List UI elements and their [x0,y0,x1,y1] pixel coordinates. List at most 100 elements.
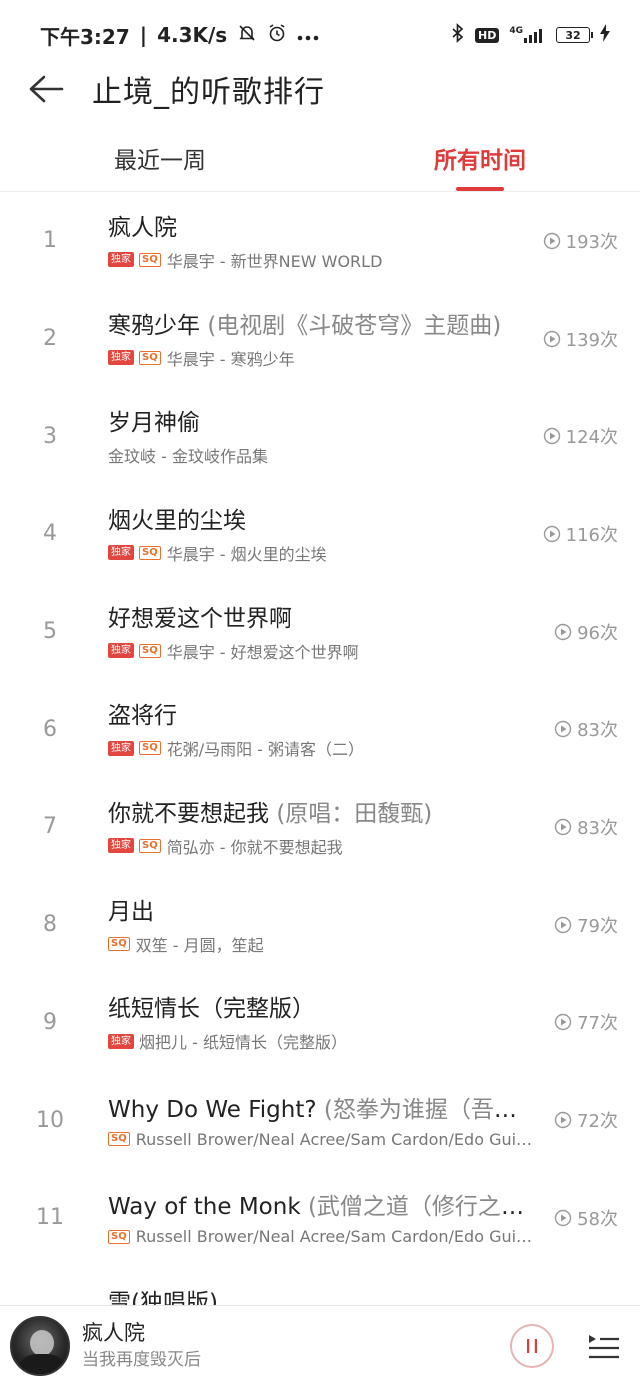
song-title: Way of the Monk [108,1194,308,1221]
play-count: 83次 [538,814,640,840]
song-rank: 10 [36,1107,64,1133]
pause-button[interactable] [510,1324,554,1368]
player-lyric-line: 当我再度毁灭后 [82,1350,201,1370]
song-rank: 3 [43,423,57,449]
playlist-button[interactable] [586,1328,622,1364]
song-rank: 5 [43,619,57,645]
tab-recent-week[interactable]: 最近一周 [0,132,320,191]
back-button[interactable] [0,58,92,120]
signal-icon: 4G [509,27,546,43]
play-circle-icon [543,330,560,347]
song-artist: 华晨宇 - 好想爱这个世界啊 [166,642,359,662]
play-count: 124次 [538,423,640,449]
play-count: 139次 [538,326,640,352]
song-info: 寒鸦少年 (电视剧《斗破苍穹》主题曲) 独家 SQ 华晨宇 - 寒鸦少年 [108,308,538,370]
song-artist: 华晨宇 - 烟火里的尘埃 [166,544,327,564]
album-cover[interactable] [10,1316,70,1376]
exclusive-badge: 独家 [108,545,134,561]
hd-badge: HD [475,27,500,43]
play-count-text: 124次 [565,427,618,449]
exclusive-badge: 独家 [108,643,134,659]
status-right: HD 4G 32 [451,23,610,47]
play-count-text: 58次 [577,1208,618,1230]
song-artist: Russell Brower/Neal Acree/Sam Cardon/Edo… [135,1129,538,1149]
song-info: 纸短情长（完整版） 独家 烟把儿 - 纸短情长（完整版） [108,991,538,1053]
song-sub-line: 独家 SQ 华晨宇 - 好想爱这个世界啊 [108,639,538,663]
song-artist: 华晨宇 - 寒鸦少年 [166,349,295,369]
song-info: 盗将行 独家 SQ 花粥/马雨阳 - 粥请客（二） [108,698,538,760]
song-artist: Russell Brower/Neal Acree/Sam Cardon/Edo… [135,1227,538,1247]
sq-badge: SQ [139,643,161,658]
tab-bar: 最近一周 所有时间 [0,132,640,192]
song-row[interactable]: 雪(独唱版) [0,1267,640,1305]
song-sub-line: SQ Russell Brower/Neal Acree/Sam Cardon/… [108,1227,538,1246]
sq-badge: SQ [108,936,130,951]
song-row[interactable]: 2 寒鸦少年 (电视剧《斗破苍穹》主题曲) 独家 SQ 华晨宇 - 寒鸦少年 1… [0,290,640,388]
play-count-text: 139次 [565,329,618,351]
song-row[interactable]: 8 月出 SQ 双笙 - 月圆，笙起 79次 [0,876,640,974]
song-title: 你就不要想起我 [108,800,277,827]
song-row[interactable]: 4 烟火里的尘埃 独家 SQ 华晨宇 - 烟火里的尘埃 116次 [0,485,640,583]
song-alias: (武僧之道（修行之路... [307,1194,538,1221]
song-artist: 简弘亦 - 你就不要想起我 [166,837,343,857]
charging-icon [600,24,610,46]
status-left: 下午3:27 | 4.3K/s [40,21,451,50]
song-title-line: 你就不要想起我 (原唱：田馥甄) [108,798,538,830]
song-info: 疯人院 独家 SQ 华晨宇 - 新世界NEW WORLD [108,210,538,272]
mini-player[interactable]: 疯人院 当我再度毁灭后 [0,1305,640,1386]
play-circle-icon [554,916,572,933]
song-row[interactable]: 9 纸短情长（完整版） 独家 烟把儿 - 纸短情长（完整版） 77次 [0,974,640,1072]
song-title-line: 疯人院 [108,212,538,244]
song-title: 纸短情长（完整版） [108,996,315,1023]
play-circle-icon [554,721,572,738]
status-net-speed: 4.3K/s [157,23,228,47]
song-row[interactable]: 3 岁月神偷 金玟岐 - 金玟岐作品集 124次 [0,387,640,485]
tab-all-time[interactable]: 所有时间 [320,132,640,191]
pause-icon [527,1339,537,1353]
song-row[interactable]: 7 你就不要想起我 (原唱：田馥甄) 独家 SQ 简弘亦 - 你就不要想起我 8… [0,778,640,876]
song-sub-line: SQ Russell Brower/Neal Acree/Sam Cardon/… [108,1130,538,1149]
song-artist: 烟把儿 - 纸短情长（完整版） [139,1033,347,1053]
play-count-text: 72次 [577,1111,618,1133]
song-alias: (怒拳为谁握（吾辈... [323,1096,538,1123]
song-rank: 8 [43,912,57,938]
song-row[interactable]: 5 好想爱这个世界啊 独家 SQ 华晨宇 - 好想爱这个世界啊 96次 [0,583,640,681]
play-count: 193次 [538,228,640,254]
mute-bell-icon [237,23,257,48]
play-count: 79次 [538,912,640,938]
play-count: 116次 [538,521,640,547]
status-separator: | [139,23,148,47]
status-bar: 下午3:27 | 4.3K/s HD 4G 32 [0,0,640,56]
player-text[interactable]: 疯人院 当我再度毁灭后 [70,1319,510,1373]
song-sub-line: 独家 SQ 华晨宇 - 烟火里的尘埃 [108,541,538,565]
song-rank: 11 [36,1205,64,1231]
sq-badge: SQ [108,1132,130,1147]
song-sub-line: 独家 SQ 华晨宇 - 寒鸦少年 [108,346,538,370]
sq-badge: SQ [139,252,161,267]
song-title: Why Do We Fight? [108,1096,324,1123]
song-title-line: 烟火里的尘埃 [108,505,538,537]
song-sub-line: SQ 双笙 - 月圆，笙起 [108,932,538,956]
sq-badge: SQ [139,741,161,756]
more-dots-icon [297,23,319,47]
song-info: 好想爱这个世界啊 独家 SQ 华晨宇 - 好想爱这个世界啊 [108,601,538,663]
exclusive-badge: 独家 [108,838,134,854]
play-circle-icon [543,428,560,445]
exclusive-badge: 独家 [108,1033,134,1049]
play-count: 83次 [538,716,640,742]
song-info: Why Do We Fight? (怒拳为谁握（吾辈... SQ Russell… [108,1092,538,1149]
play-count: 77次 [538,1009,640,1035]
song-sub-line: 独家 SQ 简弘亦 - 你就不要想起我 [108,834,538,858]
song-row[interactable]: 10 Why Do We Fight? (怒拳为谁握（吾辈... SQ Russ… [0,1071,640,1169]
song-row[interactable]: 11 Way of the Monk (武僧之道（修行之路... SQ Russ… [0,1169,640,1267]
song-rank: 7 [43,814,57,840]
ranking-list[interactable]: 1 疯人院 独家 SQ 华晨宇 - 新世界NEW WORLD 193次 2 寒鸦… [0,192,640,1305]
sq-badge: SQ [139,545,161,560]
song-artist: 双笙 - 月圆，笙起 [135,935,264,955]
song-info: 雪(独唱版) [108,1285,640,1305]
play-circle-icon [554,1209,572,1226]
song-row[interactable]: 6 盗将行 独家 SQ 花粥/马雨阳 - 粥请客（二） 83次 [0,680,640,778]
play-count-text: 79次 [577,915,618,937]
song-row[interactable]: 1 疯人院 独家 SQ 华晨宇 - 新世界NEW WORLD 193次 [0,192,640,290]
song-info: Way of the Monk (武僧之道（修行之路... SQ Russell… [108,1189,538,1246]
